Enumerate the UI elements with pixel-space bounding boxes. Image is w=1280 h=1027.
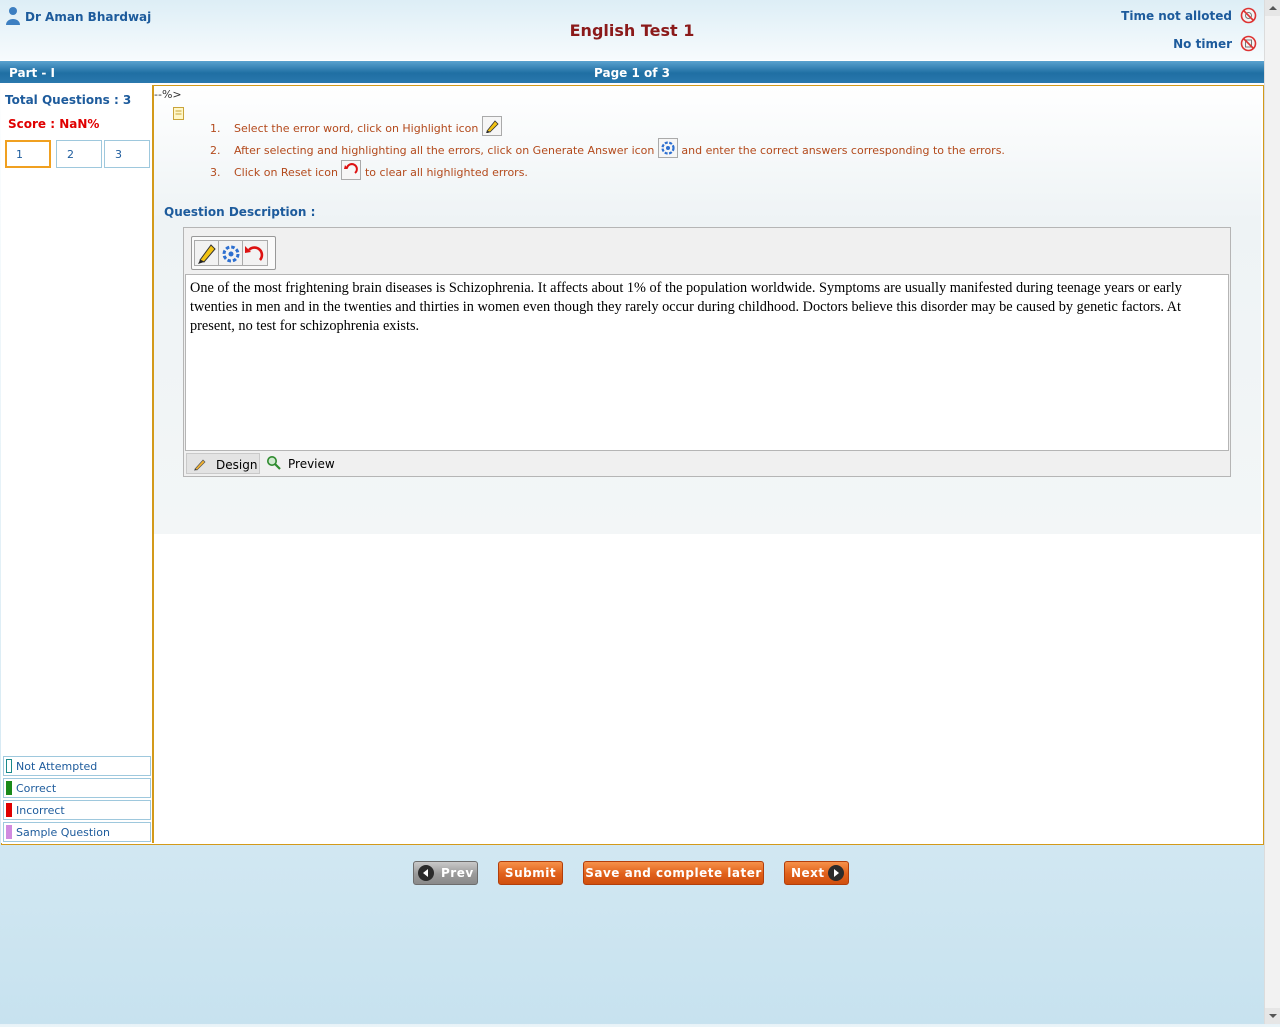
prev-arrow-icon xyxy=(418,865,434,881)
tab-design[interactable]: Design xyxy=(186,453,260,474)
legend-incorrect: Incorrect xyxy=(3,800,151,820)
legend-swatch xyxy=(6,781,12,795)
question-button-1[interactable]: 1 xyxy=(5,140,51,168)
instruction-3: 3. Click on Reset icon to clear all highl… xyxy=(210,160,528,180)
submit-button[interactable]: Submit xyxy=(498,861,563,885)
page-title: English Test 1 xyxy=(569,21,695,40)
legend-label: Correct xyxy=(16,782,57,795)
reset-icon xyxy=(341,160,362,180)
prev-button[interactable]: Prev xyxy=(413,861,478,885)
scroll-down-arrow[interactable] xyxy=(1265,1008,1280,1024)
instruction-text: Select the error word, click on Highligh… xyxy=(234,122,479,135)
part-bar: Part - I Page 1 of 3 xyxy=(0,61,1264,83)
legend-not-attempted: Not Attempted xyxy=(3,756,151,776)
generate-answer-icon xyxy=(657,138,678,158)
instruction-text: Click on Reset icon xyxy=(234,166,338,179)
stray-text: --%> xyxy=(154,88,182,101)
legend-swatch xyxy=(6,825,12,839)
tab-preview[interactable]: Preview xyxy=(264,453,338,474)
total-questions: Total Questions : 3 xyxy=(5,93,132,107)
save-and-complete-later-button[interactable]: Save and complete later xyxy=(583,861,764,885)
page-indicator: Page 1 of 3 xyxy=(594,66,670,80)
legend-swatch xyxy=(6,803,12,817)
magnifier-icon xyxy=(267,456,281,470)
instruction-text-after: to clear all highlighted errors. xyxy=(364,166,528,179)
generate-answer-button[interactable] xyxy=(218,240,244,266)
score: Score : NaN% xyxy=(8,117,100,131)
instruction-text-after: and enter the correct answers correspond… xyxy=(681,144,1005,157)
next-arrow-icon xyxy=(828,865,844,881)
question-button-3[interactable]: 3 xyxy=(104,140,150,168)
note-icon xyxy=(173,107,184,120)
instruction-2: 2. After selecting and highlighting all t… xyxy=(210,138,1005,158)
legend-label: Not Attempted xyxy=(16,760,98,773)
legend-label: Sample Question xyxy=(16,826,110,839)
instruction-1: 1. Select the error word, click on Highli… xyxy=(210,116,502,136)
question-description-label: Question Description : xyxy=(164,205,316,219)
next-label: Next xyxy=(791,866,825,880)
instruction-number: 2. xyxy=(210,144,221,157)
highlight-icon xyxy=(481,116,502,136)
no-time-icon xyxy=(1240,7,1257,24)
legend-correct: Correct xyxy=(3,778,151,798)
reset-button[interactable] xyxy=(242,240,268,266)
pencil-icon xyxy=(194,459,206,471)
question-button-2[interactable]: 2 xyxy=(56,140,102,168)
instruction-number: 3. xyxy=(210,166,221,179)
timer-status: No timer xyxy=(1173,37,1232,51)
no-timer-icon xyxy=(1240,35,1257,52)
highlight-button[interactable] xyxy=(194,240,220,266)
instruction-number: 1. xyxy=(210,122,221,135)
tab-design-label: Design xyxy=(216,458,258,472)
question-sidebar xyxy=(1,85,154,843)
next-button[interactable]: Next xyxy=(784,861,849,885)
scroll-up-arrow[interactable] xyxy=(1265,0,1280,16)
prev-label: Prev xyxy=(441,866,474,880)
legend-sample-question: Sample Question xyxy=(3,822,151,842)
vertical-scrollbar[interactable] xyxy=(1264,0,1280,1024)
instruction-text: After selecting and highlighting all the… xyxy=(234,144,655,157)
time-status: Time not alloted xyxy=(1121,9,1232,23)
editor-toolbar xyxy=(191,236,276,270)
legend-swatch xyxy=(6,759,12,773)
tab-preview-label: Preview xyxy=(288,457,335,471)
passage-text-area[interactable]: One of the most frightening brain diseas… xyxy=(185,274,1229,451)
legend-label: Incorrect xyxy=(16,804,65,817)
